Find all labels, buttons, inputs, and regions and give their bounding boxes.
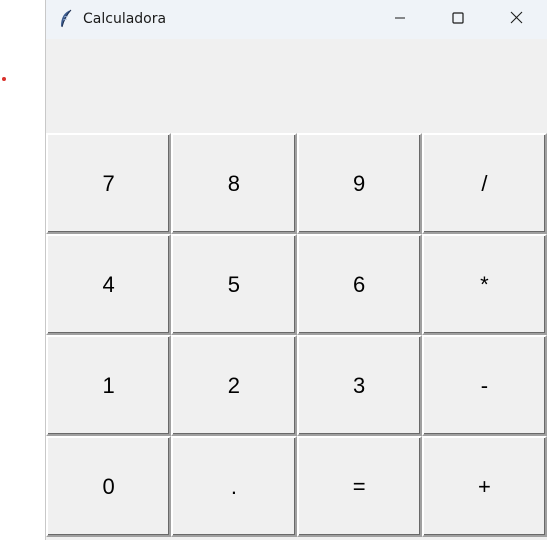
key-5[interactable]: 5 xyxy=(171,234,297,335)
close-icon xyxy=(510,11,523,29)
key-multiply[interactable]: * xyxy=(421,234,547,335)
key-7[interactable]: 7 xyxy=(46,133,172,234)
minimize-icon xyxy=(394,11,406,29)
calculator-display xyxy=(46,39,547,133)
key-1[interactable]: 1 xyxy=(46,335,172,436)
key-0[interactable]: 0 xyxy=(46,436,172,537)
window-title: Calculadora xyxy=(83,11,167,27)
key-2[interactable]: 2 xyxy=(171,335,297,436)
key-decimal[interactable]: . xyxy=(171,436,297,537)
key-equals[interactable]: = xyxy=(296,436,422,537)
key-3[interactable]: 3 xyxy=(296,335,422,436)
calculator-window: Calculadora 7 8 9 / 4 5 6 * 1 2 3 - 0 . … xyxy=(45,0,547,540)
key-4[interactable]: 4 xyxy=(46,234,172,335)
key-divide[interactable]: / xyxy=(421,133,547,234)
title-bar[interactable]: Calculadora xyxy=(46,0,547,39)
maximize-icon xyxy=(452,11,464,29)
feather-icon xyxy=(58,9,74,29)
minimize-button[interactable] xyxy=(371,0,429,39)
stray-red-dot xyxy=(2,77,6,81)
key-6[interactable]: 6 xyxy=(296,234,422,335)
keypad: 7 8 9 / 4 5 6 * 1 2 3 - 0 . = + xyxy=(46,133,547,537)
key-subtract[interactable]: - xyxy=(421,335,547,436)
maximize-button[interactable] xyxy=(429,0,487,39)
key-add[interactable]: + xyxy=(421,436,547,537)
key-8[interactable]: 8 xyxy=(171,133,297,234)
key-9[interactable]: 9 xyxy=(296,133,422,234)
close-button[interactable] xyxy=(487,0,545,39)
